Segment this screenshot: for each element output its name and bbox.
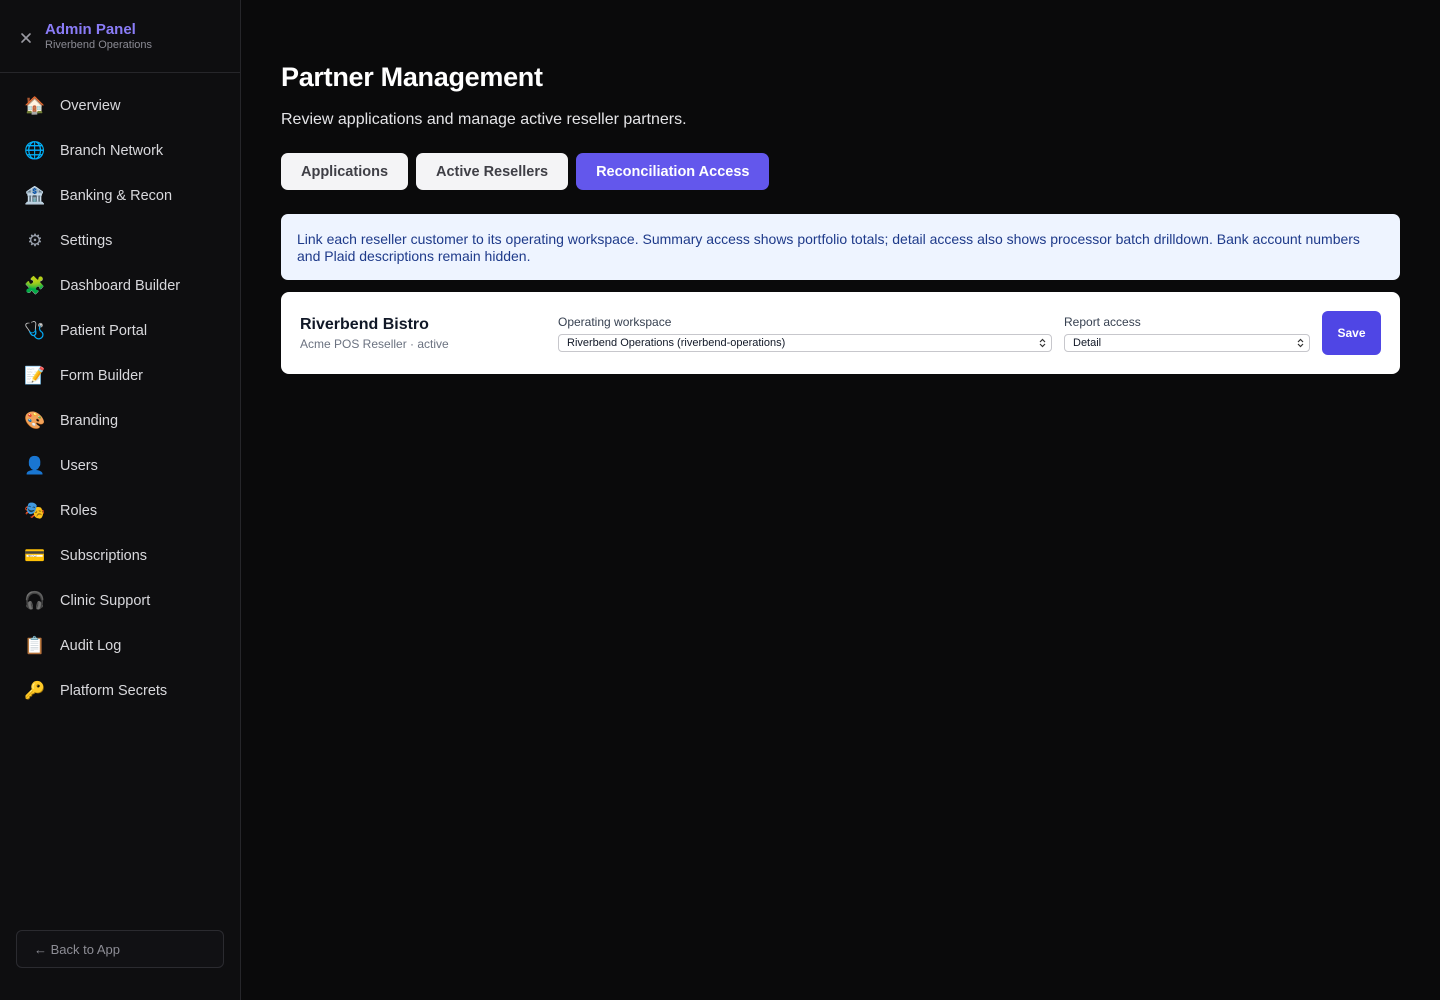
palette-icon: 🎨 <box>24 410 46 431</box>
globe-icon: 🌐 <box>24 140 46 161</box>
page-subtitle: Review applications and manage active re… <box>281 111 687 128</box>
sidebar-header: Admin Panel Riverbend Operations <box>0 0 240 73</box>
sidebar-item-label: Users <box>60 457 98 474</box>
tab-reconciliation-access[interactable]: Reconciliation Access <box>576 153 770 190</box>
sidebar-item-roles[interactable]: 🎭 Roles <box>0 488 240 533</box>
sidebar-item-banking-recon[interactable]: 🏦 Banking & Recon <box>0 173 240 218</box>
sidebar-item-label: Roles <box>60 502 98 519</box>
brand-block: Admin Panel Riverbend Operations <box>45 20 152 52</box>
user-icon: 👤 <box>24 455 46 476</box>
sidebar-item-label: Banking & Recon <box>60 187 173 204</box>
workspace-select-value: Riverbend Operations (riverbend-operatio… <box>567 336 786 349</box>
sidebar-item-label: Clinic Support <box>60 592 151 609</box>
sidebar-item-label: Overview <box>60 97 121 114</box>
sidebar-item-audit-log[interactable]: 📋 Audit Log <box>0 623 240 668</box>
save-button[interactable]: Save <box>1322 311 1381 355</box>
sidebar-item-settings[interactable]: ⚙ Settings <box>0 218 240 263</box>
stethoscope-icon: 🩺 <box>24 320 46 341</box>
workspace-select[interactable]: Riverbend Operations (riverbend-operatio… <box>558 333 1052 352</box>
sidebar-item-label: Audit Log <box>60 637 122 654</box>
select-arrows-icon <box>1297 338 1304 348</box>
report-access-select-value: Detail <box>1073 336 1102 349</box>
select-arrows-icon <box>1039 338 1046 348</box>
page-title: Partner Management <box>281 62 543 92</box>
gear-icon: ⚙ <box>27 230 43 251</box>
workspace-subtitle: Riverbend Operations <box>45 39 153 51</box>
main-content: Partner Management Review applications a… <box>241 0 1440 1000</box>
sidebar-item-dashboard-builder[interactable]: 🧩 Dashboard Builder <box>0 263 240 308</box>
sidebar-item-form-builder[interactable]: 📝 Form Builder <box>0 353 240 398</box>
house-icon: 🏠 <box>24 95 46 116</box>
tab-applications[interactable]: Applications <box>281 153 409 190</box>
sidebar-item-branding[interactable]: 🎨 Branding <box>0 398 240 443</box>
close-icon[interactable] <box>20 32 32 44</box>
sidebar-nav: 🏠 Overview 🌐 Branch Network 🏦 Banking & … <box>0 73 240 713</box>
sidebar-item-platform-secrets[interactable]: 🔑 Platform Secrets <box>0 668 240 713</box>
bank-icon: 🏦 <box>24 185 46 206</box>
workspace-label: Operating workspace <box>558 314 672 329</box>
customer-name: Riverbend Bistro <box>300 316 429 333</box>
sidebar-item-label: Branch Network <box>60 142 164 159</box>
clipboard-icon: 📋 <box>24 635 46 656</box>
report-access-label: Report access <box>1064 314 1141 329</box>
sidebar-item-users[interactable]: 👤 Users <box>0 443 240 488</box>
sidebar-item-branch-network[interactable]: 🌐 Branch Network <box>0 128 240 173</box>
headphones-icon: 🎧 <box>24 590 46 611</box>
admin-panel-title: Admin Panel <box>45 21 136 38</box>
reseller-customer-row: Riverbend Bistro Acme POS Reseller · act… <box>281 292 1400 374</box>
tab-bar: Applications Active Resellers Reconcilia… <box>281 153 1400 190</box>
sidebar-item-clinic-support[interactable]: 🎧 Clinic Support <box>0 578 240 623</box>
masks-icon: 🎭 <box>24 500 46 521</box>
sidebar: Admin Panel Riverbend Operations 🏠 Overv… <box>0 0 241 1000</box>
sidebar-item-label: Dashboard Builder <box>60 277 181 294</box>
sidebar-item-overview[interactable]: 🏠 Overview <box>0 83 240 128</box>
sidebar-item-label: Branding <box>60 412 119 429</box>
sidebar-item-label: Platform Secrets <box>60 682 168 699</box>
sidebar-item-label: Patient Portal <box>60 322 148 339</box>
credit-card-icon: 💳 <box>24 545 46 566</box>
report-access-field: Report access Detail <box>1064 315 1310 352</box>
sidebar-item-subscriptions[interactable]: 💳 Subscriptions <box>0 533 240 578</box>
memo-icon: 📝 <box>24 365 46 386</box>
sidebar-item-label: Settings <box>60 232 113 249</box>
sidebar-item-label: Subscriptions <box>60 547 148 564</box>
tab-active-resellers[interactable]: Active Resellers <box>416 153 569 190</box>
sidebar-item-label: Form Builder <box>60 367 143 384</box>
report-access-select[interactable]: Detail <box>1064 333 1310 352</box>
info-banner: Link each reseller customer to its opera… <box>281 214 1400 280</box>
customer-block: Riverbend Bistro Acme POS Reseller · act… <box>300 315 558 351</box>
workspace-field: Operating workspace Riverbend Operations… <box>558 315 1052 352</box>
key-icon: 🔑 <box>24 680 46 701</box>
puzzle-icon: 🧩 <box>24 275 46 296</box>
customer-meta: Acme POS Reseller · active <box>300 337 449 351</box>
app-root: Admin Panel Riverbend Operations 🏠 Overv… <box>0 0 1440 1000</box>
sidebar-item-patient-portal[interactable]: 🩺 Patient Portal <box>0 308 240 353</box>
back-to-app-button[interactable]: ← Back to App <box>16 930 224 968</box>
